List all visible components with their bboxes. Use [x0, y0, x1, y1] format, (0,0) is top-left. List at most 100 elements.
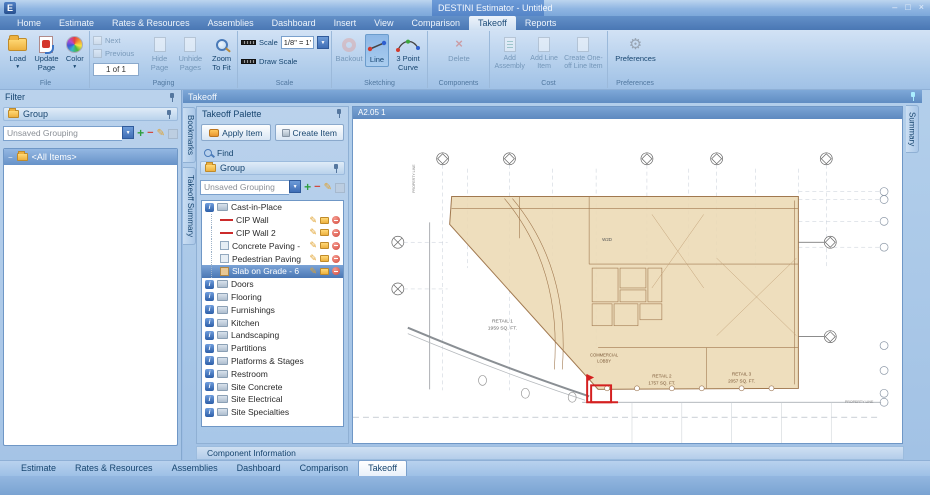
- palette-item-cip-wall-2[interactable]: CIP Wall 2 ✎: [202, 227, 343, 240]
- palette-category-platforms-stages[interactable]: iPlatforms & Stages: [202, 355, 343, 368]
- remove-icon[interactable]: [332, 216, 340, 224]
- menu-dashboard[interactable]: Dashboard: [263, 16, 325, 30]
- line-tool-button[interactable]: Line: [365, 34, 389, 67]
- copy-icon[interactable]: [320, 268, 329, 275]
- pin-icon[interactable]: [168, 93, 176, 102]
- preferences-button[interactable]: ⚙ Preferences: [613, 34, 659, 65]
- edit-icon[interactable]: ✎: [309, 216, 317, 225]
- remove-icon[interactable]: [332, 242, 340, 250]
- update-page-button[interactable]: Update Page: [32, 34, 60, 73]
- unhide-pages-button[interactable]: Unhide Pages: [175, 34, 207, 73]
- backout-button[interactable]: Backout: [335, 34, 363, 65]
- tab-bookmarks[interactable]: Bookmarks: [183, 107, 196, 163]
- add-grouping-icon[interactable]: +: [304, 182, 311, 193]
- collapse-icon[interactable]: −: [8, 153, 13, 162]
- palette-category-doors[interactable]: iDoors: [202, 278, 343, 291]
- menu-view[interactable]: View: [365, 16, 402, 30]
- menu-insert[interactable]: Insert: [325, 16, 366, 30]
- info-icon[interactable]: i: [205, 344, 214, 353]
- grouping-dropdown[interactable]: Unsaved Grouping ▼: [3, 126, 134, 141]
- menu-home[interactable]: Home: [8, 16, 50, 30]
- palette-category-partitions[interactable]: iPartitions: [202, 342, 343, 355]
- add-assembly-button[interactable]: Add Assembly: [493, 34, 526, 72]
- info-icon[interactable]: i: [205, 280, 214, 289]
- load-button[interactable]: Load ▼: [5, 34, 30, 71]
- edit-icon[interactable]: ✎: [309, 254, 317, 263]
- edit-grouping-icon[interactable]: ✎: [157, 129, 165, 139]
- save-grouping-icon[interactable]: [335, 183, 345, 193]
- remove-icon[interactable]: [332, 267, 340, 275]
- copy-icon[interactable]: [320, 242, 329, 249]
- palette-category-cast-in-place[interactable]: i Cast-in-Place: [202, 201, 343, 214]
- tab-comparison[interactable]: Comparison: [291, 461, 358, 476]
- palette-category-flooring[interactable]: iFlooring: [202, 291, 343, 304]
- next-page-button[interactable]: Next: [93, 35, 145, 46]
- info-icon[interactable]: i: [205, 395, 214, 404]
- info-icon[interactable]: i: [205, 318, 214, 327]
- color-button[interactable]: Color ▼: [63, 34, 87, 71]
- tab-dashboard[interactable]: Dashboard: [228, 461, 290, 476]
- info-icon[interactable]: i: [205, 292, 214, 301]
- restore-button[interactable]: □: [905, 2, 910, 13]
- menu-comparison[interactable]: Comparison: [403, 16, 470, 30]
- create-oneoff-line-item-button[interactable]: Create One-off Line Item: [562, 34, 605, 72]
- palette-category-site-electrical[interactable]: iSite Electrical: [202, 393, 343, 406]
- menu-assemblies[interactable]: Assemblies: [199, 16, 263, 30]
- info-icon[interactable]: i: [205, 382, 214, 391]
- scale-select[interactable]: 1/8" = 1': [281, 36, 314, 49]
- remove-grouping-icon[interactable]: −: [147, 128, 153, 139]
- tab-takeoff-summary[interactable]: Takeoff Summary: [183, 167, 196, 245]
- copy-icon[interactable]: [320, 229, 329, 236]
- remove-icon[interactable]: [332, 255, 340, 263]
- find-control[interactable]: Find: [204, 147, 341, 158]
- sheet-title-bar[interactable]: A2.05 1: [353, 107, 902, 119]
- edit-icon[interactable]: ✎: [309, 267, 317, 276]
- info-icon[interactable]: i: [205, 331, 214, 340]
- palette-grouping-dropdown[interactable]: Unsaved Grouping ▼: [200, 180, 301, 195]
- tab-rates-resources[interactable]: Rates & Resources: [66, 461, 162, 476]
- pin-icon[interactable]: [335, 109, 343, 118]
- remove-icon[interactable]: [332, 229, 340, 237]
- palette-category-furnishings[interactable]: iFurnishings: [202, 303, 343, 316]
- menu-reports[interactable]: Reports: [516, 16, 566, 30]
- add-line-item-button[interactable]: Add Line Item: [528, 34, 559, 72]
- all-items-node[interactable]: − <All Items>: [4, 149, 177, 165]
- apply-item-button[interactable]: Apply Item: [201, 124, 271, 141]
- three-point-curve-button[interactable]: 3 Point Curve: [391, 34, 425, 73]
- save-grouping-icon[interactable]: [168, 129, 178, 139]
- info-icon[interactable]: i: [205, 369, 214, 378]
- edit-icon[interactable]: ✎: [309, 241, 317, 250]
- menu-rates-resources[interactable]: Rates & Resources: [103, 16, 199, 30]
- previous-page-button[interactable]: Previous: [93, 48, 145, 59]
- palette-category-kitchen[interactable]: iKitchen: [202, 316, 343, 329]
- palette-category-site-concrete[interactable]: iSite Concrete: [202, 380, 343, 393]
- palette-category-site-specialties[interactable]: iSite Specialties: [202, 406, 343, 419]
- palette-item-slab-on-grade[interactable]: Slab on Grade - 6 ✎: [202, 265, 343, 278]
- palette-category-landscaping[interactable]: iLandscaping: [202, 329, 343, 342]
- palette-item-concrete-paving[interactable]: Concrete Paving - ✎: [202, 239, 343, 252]
- remove-grouping-icon[interactable]: −: [314, 182, 320, 193]
- copy-icon[interactable]: [320, 217, 329, 224]
- palette-category-restroom[interactable]: iRestroom: [202, 367, 343, 380]
- add-grouping-icon[interactable]: +: [137, 128, 144, 139]
- palette-grouping-dropdown-button[interactable]: ▼: [289, 180, 301, 193]
- tab-assemblies[interactable]: Assemblies: [163, 461, 227, 476]
- delete-button[interactable]: × Delete: [442, 34, 476, 65]
- hide-page-button[interactable]: Hide Page: [147, 34, 173, 73]
- scale-dropdown-button[interactable]: ▼: [317, 36, 329, 49]
- pin-icon[interactable]: [332, 164, 340, 173]
- tab-estimate[interactable]: Estimate: [12, 461, 65, 476]
- minimize-button[interactable]: –: [892, 2, 897, 13]
- pin-icon[interactable]: [165, 110, 173, 119]
- create-item-button[interactable]: Create Item: [275, 124, 345, 141]
- info-icon[interactable]: i: [205, 203, 214, 212]
- info-icon[interactable]: i: [205, 305, 214, 314]
- plan-canvas[interactable]: RETAIL 1 1959 SQ. FT. COMMERCIAL LOBBY R…: [353, 119, 902, 443]
- copy-icon[interactable]: [320, 255, 329, 262]
- info-icon[interactable]: i: [205, 356, 214, 365]
- palette-item-cip-wall[interactable]: CIP Wall ✎: [202, 214, 343, 227]
- page-indicator-input[interactable]: 1 of 1: [93, 63, 139, 76]
- tab-takeoff[interactable]: Takeoff: [358, 460, 407, 476]
- edit-icon[interactable]: ✎: [309, 228, 317, 237]
- component-information-bar[interactable]: Component Information: [196, 446, 904, 460]
